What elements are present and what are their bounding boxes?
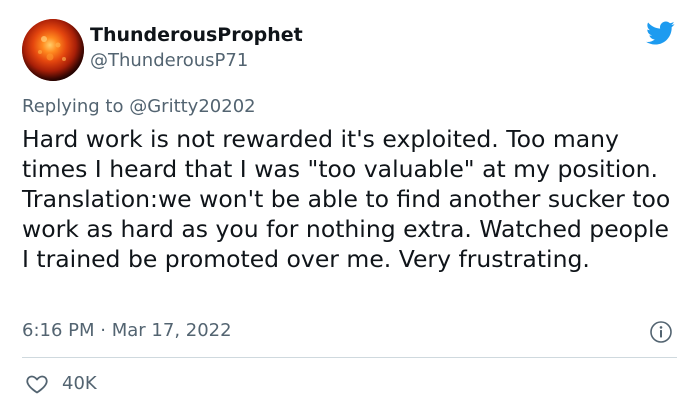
tweet-time: 6:16 PM [22, 320, 95, 341]
replying-label: Replying to [22, 96, 124, 117]
replying-to: Replying to @Gritty20202 [22, 95, 256, 119]
display-name[interactable]: ThunderousProphet [90, 22, 303, 48]
info-icon[interactable] [649, 320, 673, 344]
divider [22, 357, 677, 358]
tweet-date: Mar 17, 2022 [111, 320, 232, 341]
twitter-bird-icon[interactable] [643, 18, 677, 48]
reply-mention-link[interactable]: @Gritty20202 [129, 96, 255, 117]
like-count: 40K [62, 373, 97, 394]
tweet-timestamp[interactable]: 6:16 PM · Mar 17, 2022 [22, 319, 232, 343]
heart-icon[interactable] [24, 372, 50, 396]
timestamp-separator: · [100, 320, 106, 341]
avatar[interactable] [22, 19, 84, 81]
tweet-text: Hard work is not rewarded it's exploited… [22, 125, 671, 273]
user-handle[interactable]: @ThunderousP71 [90, 49, 248, 73]
sun-avatar-icon [22, 19, 84, 81]
tweet-card: ThunderousProphet @ThunderousP71 Replyin… [0, 0, 700, 410]
